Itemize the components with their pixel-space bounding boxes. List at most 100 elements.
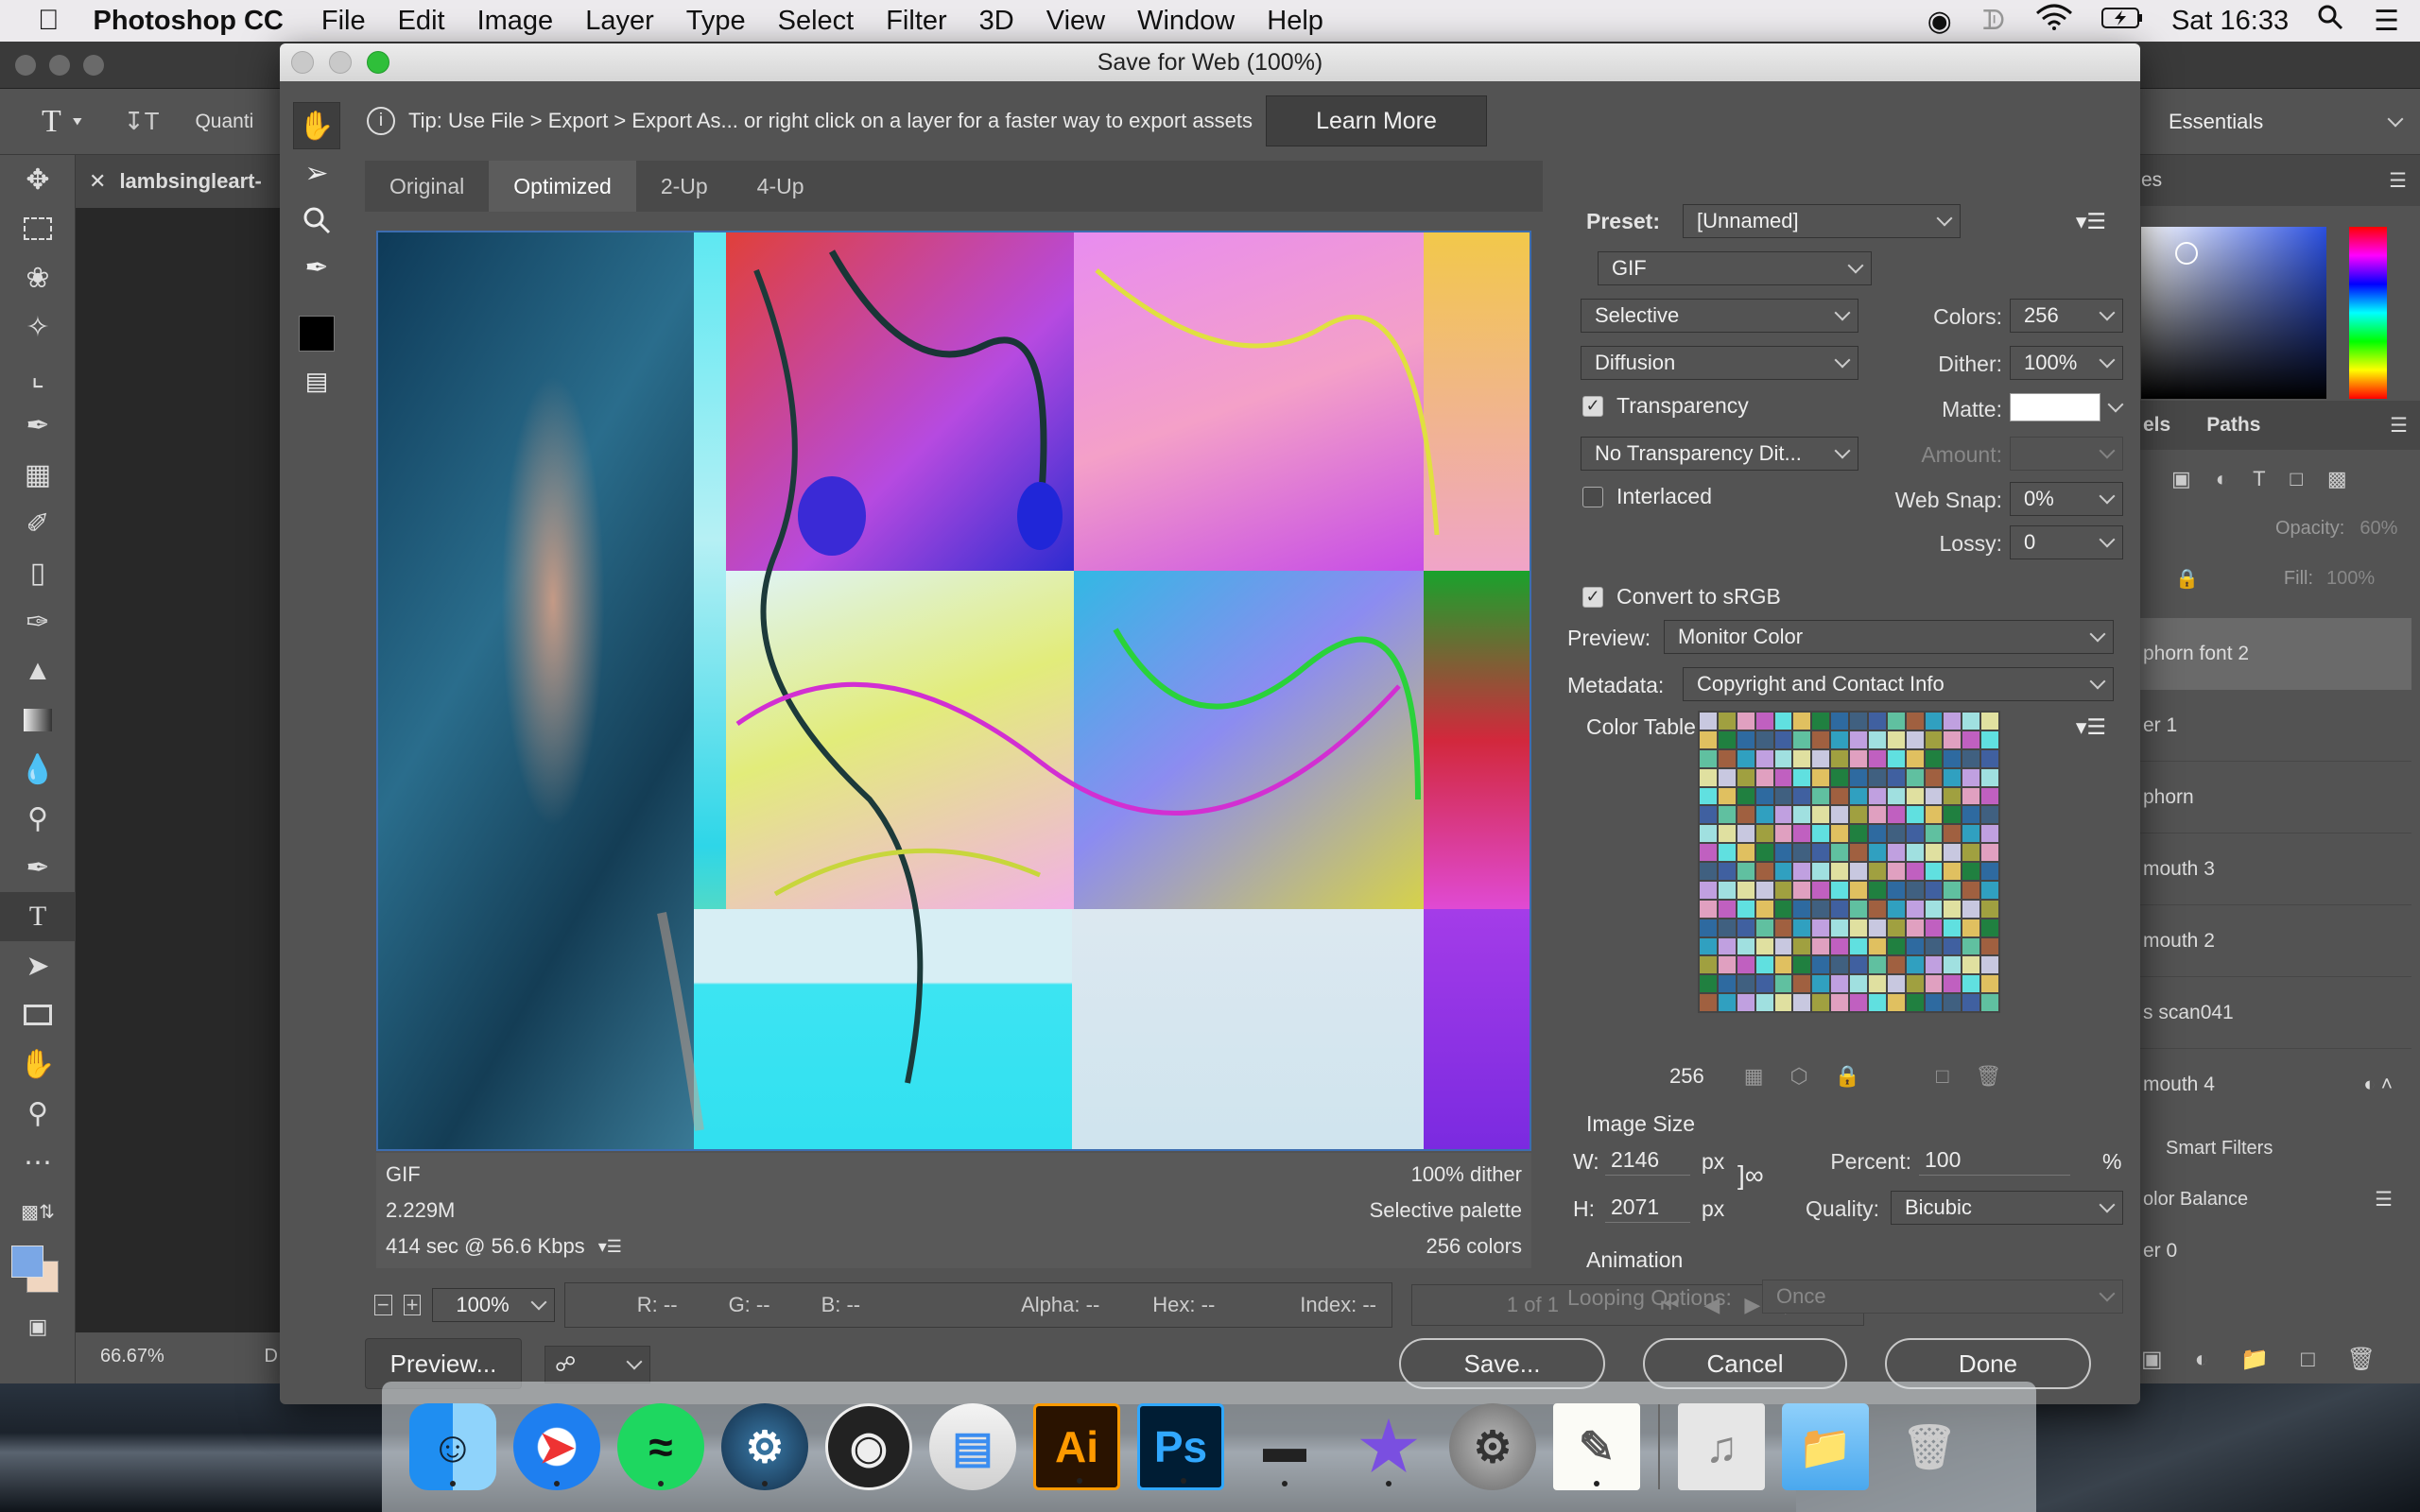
color-swatch[interactable] (1700, 730, 1717, 748)
new-color-icon[interactable]: □ (1936, 1064, 1948, 1089)
quick-mask-icon[interactable]: ▣ (0, 1302, 76, 1351)
new-layer-icon[interactable]: □ (2301, 1347, 2315, 1373)
color-swatch[interactable] (1906, 956, 1924, 974)
transparency-checkbox[interactable]: ✓ (1582, 395, 1603, 417)
trash-icon[interactable]: 🗑 (1886, 1403, 1973, 1490)
color-swatch[interactable] (1868, 956, 1886, 974)
color-swatch[interactable] (1925, 975, 1943, 993)
color-swatch[interactable] (1868, 937, 1886, 955)
color-swatch[interactable] (1944, 713, 1962, 730)
color-swatch[interactable] (1831, 937, 1848, 955)
type-tool-icon[interactable]: T (42, 104, 61, 140)
color-swatch[interactable] (1906, 881, 1924, 899)
constrain-proportions-icon[interactable]: ]∞ (1737, 1160, 1764, 1191)
color-swatch[interactable] (1812, 730, 1830, 748)
color-swatch[interactable] (1831, 994, 1848, 1011)
color-swatch[interactable] (1925, 863, 1943, 880)
music-folder-icon[interactable]: ♫ (1678, 1403, 1765, 1490)
spotify-icon[interactable]: ≈ (617, 1403, 704, 1490)
transparency-dither-select[interactable]: No Transparency Dit... (1581, 437, 1858, 471)
color-swatch[interactable] (1812, 749, 1830, 767)
color-swatch[interactable] (1793, 919, 1811, 936)
fill-value[interactable]: 100% (2326, 568, 2375, 590)
width-input[interactable]: 2146 (1605, 1143, 1690, 1176)
color-swatch[interactable] (1700, 881, 1717, 899)
transparency-checkbox-row[interactable]: ✓ Transparency (1582, 393, 1749, 419)
matte-select[interactable] (2010, 391, 2124, 423)
imovie-icon[interactable]: ★ (1345, 1403, 1432, 1490)
color-table-menu-icon[interactable]: ▾☰ (2076, 714, 2106, 740)
color-swatch[interactable] (1868, 844, 1886, 861)
color-swatch[interactable] (1925, 956, 1943, 974)
magic-wand-tool-icon[interactable]: ✧ (0, 302, 76, 352)
color-swatch[interactable] (1812, 994, 1830, 1011)
delete-color-icon[interactable]: 🗑 (1975, 1064, 2001, 1089)
color-swatch[interactable] (1906, 844, 1924, 861)
color-swatch[interactable] (1700, 863, 1717, 880)
color-swatch[interactable] (1868, 825, 1886, 843)
color-swatch[interactable] (1812, 825, 1830, 843)
color-swatch[interactable] (1755, 900, 1773, 918)
color-swatch[interactable] (1831, 730, 1848, 748)
color-swatch[interactable] (1887, 768, 1905, 786)
colors-select[interactable]: 256 (2010, 299, 2123, 333)
color-swatch[interactable] (1925, 900, 1943, 918)
filter-options-icon[interactable]: ☰ (2375, 1188, 2393, 1211)
shape-filter-icon[interactable]: □ (2290, 467, 2303, 491)
color-swatch[interactable] (1831, 844, 1848, 861)
color-swatch[interactable] (1793, 900, 1811, 918)
download-speed-menu-icon[interactable]: ▾☰ (598, 1232, 622, 1261)
web-shift-icon[interactable]: ⬡ (1790, 1064, 1808, 1089)
new-group-icon[interactable]: 📁 (2240, 1346, 2269, 1373)
color-swatch[interactable] (1925, 844, 1943, 861)
color-swatch[interactable] (1793, 956, 1811, 974)
color-swatch[interactable] (1774, 975, 1792, 993)
color-swatch[interactable] (1774, 937, 1792, 955)
color-swatch[interactable] (1944, 730, 1962, 748)
color-swatch[interactable] (1925, 768, 1943, 786)
color-swatch[interactable] (1850, 937, 1867, 955)
interlaced-checkbox-row[interactable]: Interlaced (1582, 484, 1712, 509)
image-filter-icon[interactable]: ▣ (2171, 467, 2191, 491)
notification-center-icon[interactable]: ☰ (2374, 5, 2399, 38)
color-swatch[interactable] (1831, 881, 1848, 899)
lossy-select[interactable]: 0 (2010, 525, 2123, 559)
color-swatch[interactable] (1962, 713, 1980, 730)
color-swatch[interactable] (1793, 975, 1811, 993)
close-icon[interactable]: ✕ (89, 169, 106, 194)
bluetooth-icon[interactable]: ᗫ (1982, 6, 2005, 37)
color-swatch[interactable] (1981, 994, 1998, 1011)
dialog-zoom-button[interactable] (367, 51, 389, 74)
eyedropper-color-swatch[interactable] (293, 310, 340, 357)
textedit-icon[interactable]: ✎ (1553, 1403, 1640, 1490)
blur-tool-icon[interactable]: 💧 (0, 745, 76, 794)
interlaced-checkbox[interactable] (1582, 486, 1603, 507)
color-swatch[interactable] (1962, 956, 1980, 974)
color-swatch[interactable] (1700, 975, 1717, 993)
color-swatch[interactable] (1737, 768, 1754, 786)
color-swatch[interactable] (1812, 713, 1830, 730)
tab-2-up[interactable]: 2-Up (636, 161, 733, 212)
type-filter-icon[interactable]: T (2253, 467, 2265, 491)
color-swatch[interactable] (1944, 900, 1962, 918)
color-swatch[interactable] (1887, 994, 1905, 1011)
color-swatch[interactable] (1718, 919, 1736, 936)
apple-menu-icon[interactable]:  (38, 5, 60, 37)
layer-row[interactable]: s scan041 (2137, 977, 2411, 1049)
color-swatch[interactable] (1925, 825, 1943, 843)
color-swatch[interactable] (1887, 749, 1905, 767)
color-swatch[interactable] (1774, 749, 1792, 767)
dither-amount-select[interactable]: 100% (2010, 346, 2123, 380)
color-swatch[interactable] (1774, 713, 1792, 730)
color-swatch[interactable] (1944, 749, 1962, 767)
color-swatch[interactable] (1812, 937, 1830, 955)
color-swatch[interactable] (1981, 881, 1998, 899)
color-swatch[interactable] (1906, 900, 1924, 918)
color-swatch[interactable] (1793, 825, 1811, 843)
color-swatch[interactable] (1755, 956, 1773, 974)
channels-tab[interactable]: els (2143, 414, 2170, 437)
color-swatch[interactable] (1981, 975, 1998, 993)
color-swatch[interactable] (1737, 863, 1754, 880)
color-swatch[interactable] (1925, 881, 1943, 899)
color-swatch[interactable] (1774, 730, 1792, 748)
